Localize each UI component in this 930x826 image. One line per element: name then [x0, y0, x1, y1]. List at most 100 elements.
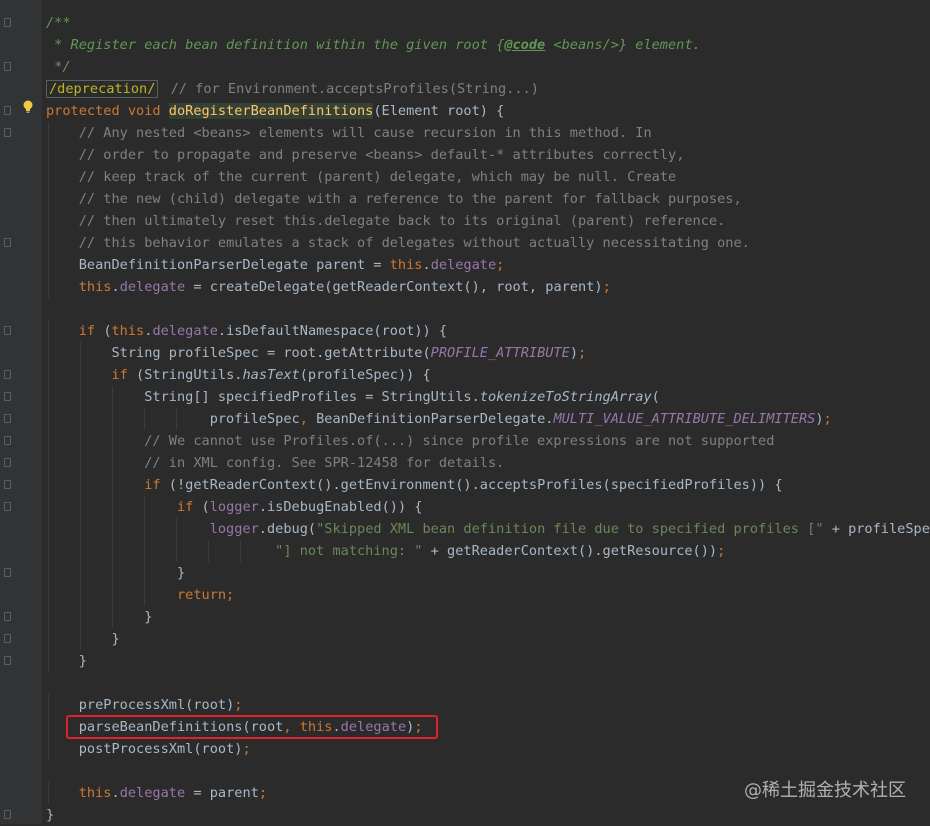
code-line[interactable]: }: [46, 804, 930, 826]
code-line[interactable]: // this behavior emulates a stack of del…: [46, 232, 930, 254]
code-line[interactable]: }: [46, 650, 930, 672]
fold-marker-icon[interactable]: [4, 414, 11, 423]
code-line[interactable]: BeanDefinitionParserDelegate parent = th…: [46, 254, 930, 276]
code-line[interactable]: // We cannot use Profiles.of(...) since …: [46, 430, 930, 452]
indent-guide: [80, 584, 81, 606]
indent-guide: [48, 254, 49, 276]
indent-guide: [112, 452, 113, 474]
fold-marker-icon[interactable]: [4, 480, 11, 489]
code-line[interactable]: preProcessXml(root);: [46, 694, 930, 716]
code-line[interactable]: /**: [46, 12, 930, 34]
code-line[interactable]: "] not matching: " + getReaderContext().…: [46, 540, 930, 562]
code-token: MULTI_VALUE_ATTRIBUTE_DELIMITERS: [553, 411, 816, 427]
code-line[interactable]: logger.debug("Skipped XML bean definitio…: [46, 518, 930, 540]
code-line[interactable]: // the new (child) delegate with a refer…: [46, 188, 930, 210]
fold-marker-icon[interactable]: [4, 502, 11, 511]
code-line[interactable]: }: [46, 606, 930, 628]
fold-marker-icon[interactable]: [4, 810, 11, 819]
indent-guide: [80, 496, 81, 518]
indent-guide: [48, 320, 49, 342]
code-token: + profileSpec +: [831, 521, 930, 537]
code-line[interactable]: return;: [46, 584, 930, 606]
code-editor[interactable]: /** * Register each bean definition with…: [0, 0, 930, 824]
code-token: = parent: [185, 785, 259, 801]
fold-marker-icon[interactable]: [4, 238, 11, 247]
code-token: if: [78, 323, 104, 339]
indent-guide: [80, 342, 81, 364]
indent-guide: [80, 540, 81, 562]
code-line[interactable]: // order to propagate and preserve <bean…: [46, 144, 930, 166]
code-line[interactable]: protected void doRegisterBeanDefinitions…: [46, 100, 930, 122]
code-line[interactable]: if (logger.isDebugEnabled()) {: [46, 496, 930, 518]
fold-marker-icon[interactable]: [4, 392, 11, 401]
code-line[interactable]: }: [46, 562, 930, 584]
fold-marker-icon[interactable]: [4, 612, 11, 621]
code-line[interactable]: // in XML config. See SPR-12458 for deta…: [46, 452, 930, 474]
editor-gutter[interactable]: [0, 0, 42, 824]
code-line[interactable]: if (this.delegate.isDefaultNamespace(roo…: [46, 320, 930, 342]
indent-guide: [112, 606, 113, 628]
code-token: // then ultimately reset this.delegate b…: [78, 213, 726, 229]
code-token: ;: [823, 411, 832, 427]
code-token: tokenizeToStringArray: [479, 389, 652, 405]
code-line[interactable]: /deprecation/ // for Environment.accepts…: [46, 78, 930, 100]
fold-marker-icon[interactable]: [4, 326, 11, 335]
indent-guide: [48, 166, 49, 188]
code-line[interactable]: // Any nested <beans> elements will caus…: [46, 122, 930, 144]
code-line[interactable]: * Register each bean definition within t…: [46, 34, 930, 56]
indent-guide: [80, 628, 81, 650]
fold-marker-icon[interactable]: [4, 128, 11, 137]
indent-guide: [48, 430, 49, 452]
highlight-box: [66, 715, 438, 739]
code-token: "Skipped XML bean definition file due to…: [316, 521, 824, 537]
fold-marker-icon[interactable]: [4, 62, 11, 71]
indent-guide: [144, 540, 145, 562]
code-token: (StringUtils.: [136, 367, 243, 383]
code-area[interactable]: /** * Register each bean definition with…: [46, 12, 930, 826]
fold-marker-icon[interactable]: [4, 370, 11, 379]
indent-guide: [240, 540, 241, 562]
code-line[interactable]: postProcessXml(root);: [46, 738, 930, 760]
code-token: this: [389, 257, 423, 273]
fold-marker-icon[interactable]: [4, 436, 11, 445]
code-token: }: [46, 807, 55, 823]
fold-marker-icon[interactable]: [4, 656, 11, 665]
fold-marker-icon[interactable]: [4, 18, 11, 27]
code-line[interactable]: // then ultimately reset this.delegate b…: [46, 210, 930, 232]
code-token: (: [651, 389, 660, 405]
code-line[interactable]: // keep track of the current (parent) de…: [46, 166, 930, 188]
indent-guide: [48, 144, 49, 166]
indent-guide: [80, 562, 81, 584]
indent-guide: [112, 540, 113, 562]
code-line[interactable]: profileSpec, BeanDefinitionParserDelegat…: [46, 408, 930, 430]
code-token: (: [201, 499, 210, 515]
code-token: */: [46, 59, 71, 75]
code-line[interactable]: this.delegate = createDelegate(getReader…: [46, 276, 930, 298]
code-line[interactable]: */: [46, 56, 930, 78]
code-line[interactable]: [46, 672, 930, 694]
indent-guide: [48, 342, 49, 364]
code-token: // for Environment.acceptsProfiles(Strin…: [162, 81, 539, 97]
fold-marker-icon[interactable]: [4, 106, 11, 115]
lightbulb-icon[interactable]: [22, 100, 34, 114]
code-line[interactable]: [46, 298, 930, 320]
code-line[interactable]: }: [46, 628, 930, 650]
code-line[interactable]: String profileSpec = root.getAttribute(P…: [46, 342, 930, 364]
fold-marker-icon[interactable]: [4, 458, 11, 467]
code-token: BeanDefinitionParserDelegate parent =: [78, 257, 390, 273]
code-line[interactable]: if (StringUtils.hasText(profileSpec)) {: [46, 364, 930, 386]
code-token: ,: [299, 411, 317, 427]
fold-marker-icon[interactable]: [4, 634, 11, 643]
code-line[interactable]: String[] specifiedProfiles = StringUtils…: [46, 386, 930, 408]
code-token: // this behavior emulates a stack of del…: [78, 235, 750, 251]
code-token: // the new (child) delegate with a refer…: [78, 191, 742, 207]
code-line[interactable]: if (!getReaderContext().getEnvironment()…: [46, 474, 930, 496]
indent-guide: [144, 562, 145, 584]
fold-marker-icon[interactable]: [4, 568, 11, 577]
